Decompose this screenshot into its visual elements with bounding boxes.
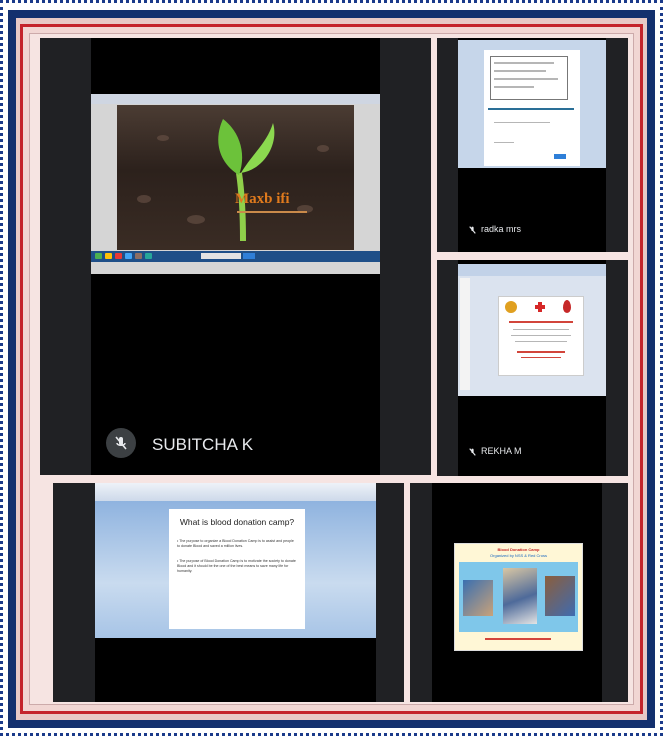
soil-texture	[137, 195, 151, 203]
taskbar-icon	[125, 253, 132, 259]
slide-text-line	[517, 351, 565, 353]
taskbar-search	[201, 253, 241, 259]
form-text-line	[494, 86, 534, 88]
blood-donation-slide: What is blood donation camp? • The purpo…	[169, 509, 305, 629]
blood-ppt-window: What is blood donation camp? • The purpo…	[95, 483, 376, 638]
form-submit-button	[554, 154, 566, 159]
soil-texture	[187, 215, 205, 224]
slide-text-line	[513, 329, 569, 330]
poster-footer-line	[485, 638, 551, 640]
form-text-line	[494, 62, 554, 64]
video-tile-poster[interactable]: Blood Donation Camp Organized by NSS & R…	[410, 483, 628, 702]
video-tile-rekha[interactable]: REKHA M	[437, 260, 628, 476]
soil-texture	[317, 145, 329, 152]
poster-subtitle: Organized by NSS & Red Cross	[490, 553, 547, 558]
form-text-line	[494, 142, 514, 143]
slide-text-line	[509, 321, 573, 323]
slide-title: What is blood donation camp?	[179, 517, 295, 527]
emblem-icon	[505, 301, 517, 313]
video-tile-blood-slide[interactable]: What is blood donation camp? • The purpo…	[53, 483, 404, 702]
slide-tagline-bar	[237, 211, 307, 213]
form-window	[458, 40, 606, 168]
form-text-line	[494, 122, 550, 123]
taskbar-icon	[115, 253, 122, 259]
participant-name: radka mrs	[481, 224, 522, 234]
taskbar-icon	[135, 253, 142, 259]
taskbar-icon	[105, 253, 112, 259]
taskbar-search-button	[243, 253, 255, 259]
form-divider	[488, 108, 574, 110]
slide-text-line	[515, 341, 567, 342]
slide-bullet-1: • The purpose to organize a Blood Donati…	[177, 539, 294, 548]
poster-photo-band	[459, 562, 578, 632]
blood-drop-icon	[563, 300, 571, 313]
slide-bullet-2: • The purpose of Blood Donation Camp is …	[177, 559, 296, 573]
ppt-slide-panel	[460, 278, 470, 390]
video-tile-radka[interactable]: radka mrs	[437, 38, 628, 252]
slide-logo-text: Maxb ifi	[235, 191, 290, 207]
poster-slide: Blood Donation Camp Organized by NSS & R…	[454, 543, 583, 651]
poster-photo	[463, 580, 493, 616]
presentation-window: Maxb ifi	[91, 94, 380, 274]
ppt-ribbon	[458, 264, 606, 276]
taskbar-icon	[145, 253, 152, 259]
form-page	[484, 50, 580, 166]
participant-name: REKHA M	[481, 446, 522, 456]
poster-title: Blood Donation Camp	[497, 547, 540, 552]
window-titlebar	[91, 94, 380, 104]
mic-off-icon	[115, 436, 127, 450]
video-tile-subitcha[interactable]: Maxb ifi SUBITCHA K	[40, 38, 431, 475]
certificate-slide	[498, 296, 584, 376]
mic-off-button[interactable]	[106, 428, 136, 458]
red-cross-icon	[535, 302, 545, 312]
sprout-slide: Maxb ifi	[117, 105, 354, 250]
form-text-line	[494, 78, 558, 80]
soil-texture	[157, 135, 169, 141]
poster-photo	[503, 568, 537, 624]
slide-text-line	[511, 335, 571, 336]
poster-photo	[545, 576, 575, 616]
mic-off-icon	[467, 447, 477, 457]
form-text-line	[494, 70, 546, 72]
ppt-ribbon	[95, 483, 376, 501]
ppt-window	[458, 264, 606, 396]
participant-name: SUBITCHA K	[152, 435, 254, 454]
windows-taskbar	[91, 251, 380, 262]
taskbar-icon	[95, 253, 102, 259]
slide-text-line	[521, 357, 561, 358]
mic-off-icon	[467, 225, 477, 235]
sprout-icon	[218, 119, 275, 242]
